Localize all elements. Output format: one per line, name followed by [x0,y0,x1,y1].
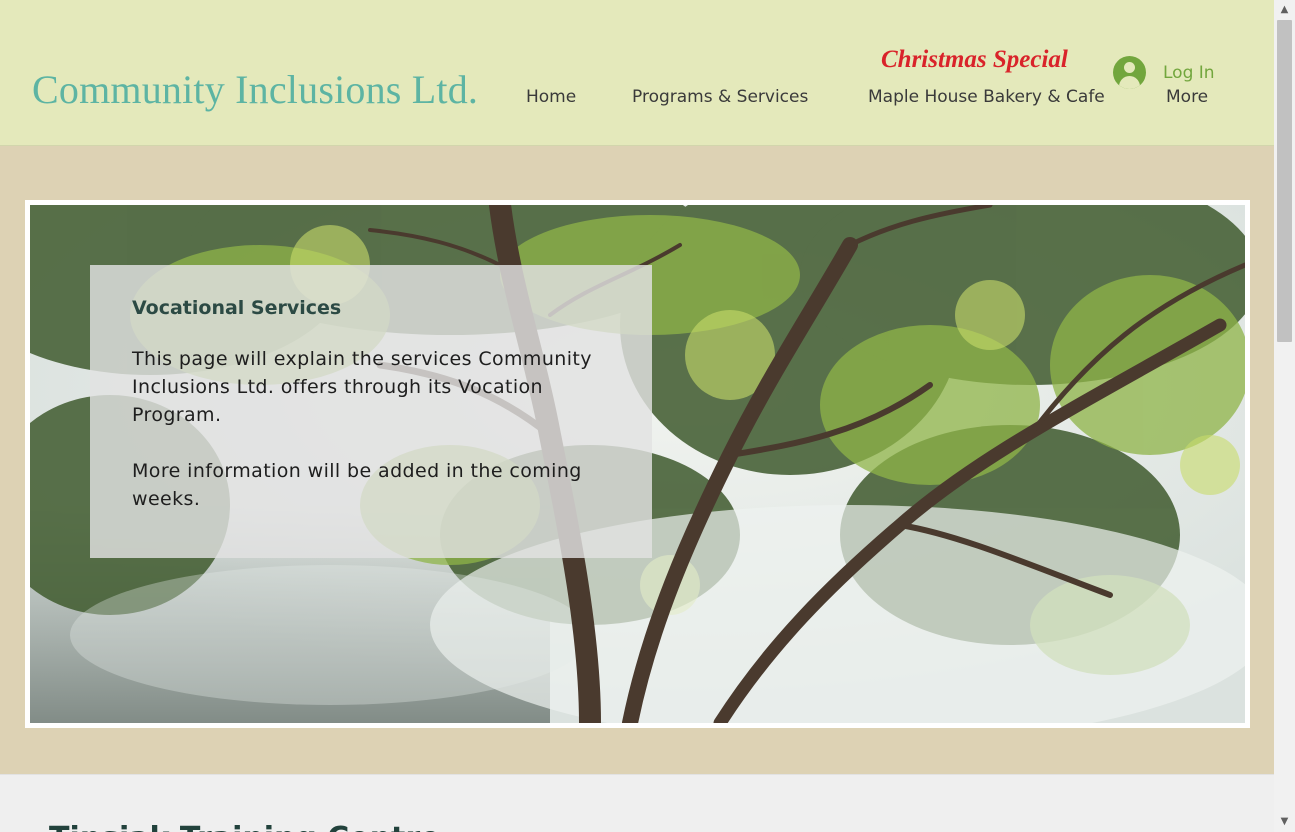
scrollbar-thumb[interactable] [1277,20,1292,342]
nav-item-more[interactable]: More [1166,87,1208,107]
hero-strip: Vocational Services This page will expla… [25,200,1250,728]
scroll-up-arrow-icon[interactable]: ▲ [1274,0,1295,20]
intro-paragraph: This page will explain the services Comm… [132,348,592,426]
nav-item-home[interactable]: Home [526,87,576,107]
user-avatar-icon[interactable] [1113,56,1146,89]
login-label[interactable]: Log In [1163,63,1215,83]
page-scrollbar[interactable]: ▲ ▼ [1274,0,1295,832]
login-button[interactable]: Log In [1113,56,1215,89]
nav-item-maple-house-bakery[interactable]: Maple House Bakery & Cafe [868,87,1105,107]
lower-section: Tinsiak Training Centre [0,774,1274,832]
lower-section-title: Tinsiak Training Centre [49,821,441,832]
site-title[interactable]: Community Inclusions Ltd. [32,66,478,113]
scroll-down-arrow-icon[interactable]: ▼ [1274,812,1295,832]
section-heading: Vocational Services [132,297,342,319]
christmas-special-link[interactable]: Christmas Special [881,46,1068,74]
update-paragraph: More information will be added in the co… [132,460,582,510]
content-panel: Vocational Services This page will expla… [90,265,652,558]
site-header: Community Inclusions Ltd. Christmas Spec… [0,0,1274,146]
nav-item-programs-services[interactable]: Programs & Services [632,87,808,107]
